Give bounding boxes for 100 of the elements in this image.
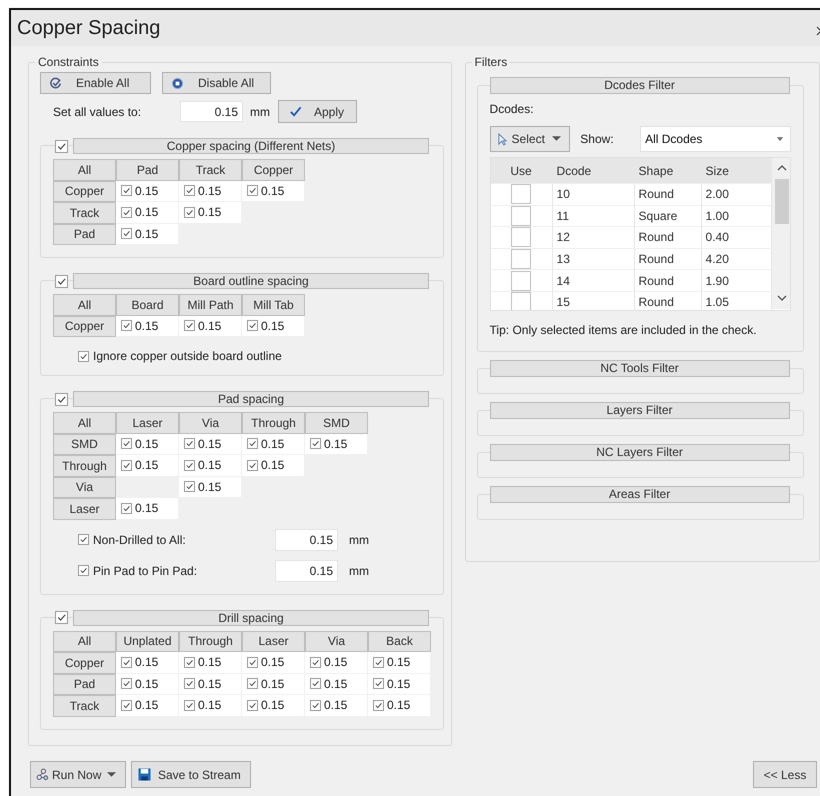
- checkbox[interactable]: [55, 274, 68, 288]
- checkbox[interactable]: [511, 184, 532, 204]
- cell-value[interactable]: 0.15: [198, 676, 222, 691]
- column-header[interactable]: Track: [179, 159, 242, 180]
- column-header[interactable]: Back: [368, 630, 431, 652]
- checkbox[interactable]: [184, 700, 195, 711]
- checkbox[interactable]: [121, 320, 132, 332]
- cell-value[interactable]: 0.15: [261, 184, 284, 198]
- row-header[interactable]: Through: [53, 455, 116, 476]
- checkbox[interactable]: [121, 460, 132, 471]
- cell-value[interactable]: 0.15: [387, 698, 410, 712]
- row-header[interactable]: Pad: [53, 674, 116, 695]
- cell-value[interactable]: 0.15: [135, 205, 158, 220]
- checkbox[interactable]: [247, 185, 258, 196]
- column-header[interactable]: Dcode: [552, 158, 635, 183]
- cell-value[interactable]: 0.15: [198, 318, 222, 333]
- checkbox[interactable]: [121, 438, 132, 450]
- cell-value[interactable]: 0.15: [324, 655, 348, 670]
- checkbox[interactable]: [247, 678, 258, 690]
- checkbox[interactable]: [184, 481, 195, 492]
- checkbox[interactable]: [184, 206, 195, 218]
- cell-value[interactable]: 0.15: [324, 436, 348, 451]
- disable-all-button[interactable]: Disable All: [162, 72, 271, 94]
- cell-value[interactable]: 0.15: [261, 655, 284, 670]
- checkbox[interactable]: [55, 611, 68, 624]
- column-header[interactable]: Via: [179, 412, 242, 434]
- column-header[interactable]: Laser: [116, 412, 179, 434]
- checkbox[interactable]: [373, 700, 384, 711]
- checkbox[interactable]: [121, 228, 132, 240]
- value-field[interactable]: 0.15: [275, 528, 338, 550]
- checkbox[interactable]: [184, 678, 195, 690]
- checkbox[interactable]: [247, 460, 258, 471]
- column-header[interactable]: Mill Tab: [242, 294, 305, 316]
- column-header[interactable]: Pad: [116, 159, 179, 180]
- cell-value[interactable]: 0.15: [261, 318, 284, 333]
- checkbox[interactable]: [55, 392, 68, 406]
- checkbox[interactable]: [373, 678, 384, 690]
- checkbox[interactable]: [121, 700, 132, 711]
- select-button[interactable]: Select: [490, 126, 570, 152]
- cell-value[interactable]: 0.15: [135, 318, 158, 333]
- checkbox[interactable]: [78, 565, 89, 576]
- column-header[interactable]: Use: [490, 158, 553, 183]
- checkbox[interactable]: [184, 438, 195, 450]
- checkbox[interactable]: [310, 656, 321, 668]
- section-title-bar[interactable]: NC Layers Filter: [490, 444, 790, 461]
- cell-value[interactable]: 0.15: [387, 676, 410, 691]
- column-header[interactable]: Mill Path: [179, 294, 242, 316]
- cell-value[interactable]: 0.15: [198, 205, 222, 220]
- cell-value[interactable]: 0.15: [261, 436, 284, 451]
- row-header[interactable]: Pad: [53, 224, 116, 245]
- row-header[interactable]: Copper: [53, 316, 116, 337]
- cell-value[interactable]: 0.15: [261, 698, 284, 712]
- column-header[interactable]: Shape: [634, 158, 702, 183]
- section-title-bar[interactable]: Layers Filter: [490, 402, 790, 419]
- checkbox[interactable]: [373, 656, 384, 668]
- cell-value[interactable]: 0.15: [198, 436, 222, 451]
- row-header[interactable]: Copper: [53, 652, 116, 674]
- column-header[interactable]: All: [53, 412, 116, 434]
- cell-value[interactable]: 0.15: [198, 458, 222, 472]
- row-header[interactable]: SMD: [53, 434, 116, 455]
- row-header[interactable]: Copper: [53, 180, 116, 202]
- value-field[interactable]: 0.15: [275, 560, 338, 582]
- cell-value[interactable]: 0.15: [261, 458, 284, 472]
- cell-value[interactable]: 0.15: [135, 436, 158, 451]
- checkbox[interactable]: [184, 460, 195, 471]
- checkbox[interactable]: [184, 320, 195, 332]
- checkbox[interactable]: [310, 678, 321, 690]
- row-header[interactable]: Track: [53, 202, 116, 224]
- cell-value[interactable]: 0.15: [387, 655, 410, 670]
- checkbox[interactable]: [511, 292, 532, 310]
- row-header[interactable]: Laser: [53, 498, 116, 520]
- checkbox[interactable]: [247, 656, 258, 668]
- column-header[interactable]: Board: [116, 294, 179, 316]
- checkbox[interactable]: [310, 700, 321, 711]
- column-header[interactable]: Copper: [242, 159, 305, 180]
- checkbox[interactable]: [511, 270, 532, 291]
- cell-value[interactable]: 0.15: [324, 698, 348, 712]
- save-to-stream-button[interactable]: Save to Stream: [131, 761, 251, 788]
- checkbox[interactable]: [511, 249, 532, 270]
- checkbox[interactable]: [247, 438, 258, 450]
- run-now-button[interactable]: Run Now: [30, 761, 126, 788]
- show-dropdown[interactable]: All Dcodes: [640, 126, 791, 152]
- column-header[interactable]: Unplated: [116, 630, 179, 652]
- checkbox[interactable]: [247, 320, 258, 332]
- cell-value[interactable]: 0.15: [135, 458, 158, 472]
- cell-value[interactable]: 0.15: [198, 655, 222, 670]
- checkbox[interactable]: [247, 700, 258, 711]
- less-button[interactable]: << Less: [753, 761, 817, 788]
- column-header[interactable]: SMD: [305, 412, 368, 434]
- checkbox[interactable]: [121, 678, 132, 690]
- checkbox[interactable]: [121, 656, 132, 668]
- checkbox[interactable]: [121, 185, 132, 196]
- cell-value[interactable]: 0.15: [135, 184, 158, 198]
- section-title-bar[interactable]: Dcodes Filter: [490, 77, 790, 94]
- checkbox[interactable]: [310, 438, 321, 450]
- cell-value[interactable]: 0.15: [135, 226, 158, 241]
- checkbox[interactable]: [511, 227, 532, 248]
- checkbox[interactable]: [78, 534, 89, 545]
- checkbox[interactable]: [78, 350, 89, 362]
- column-header[interactable]: All: [53, 159, 116, 180]
